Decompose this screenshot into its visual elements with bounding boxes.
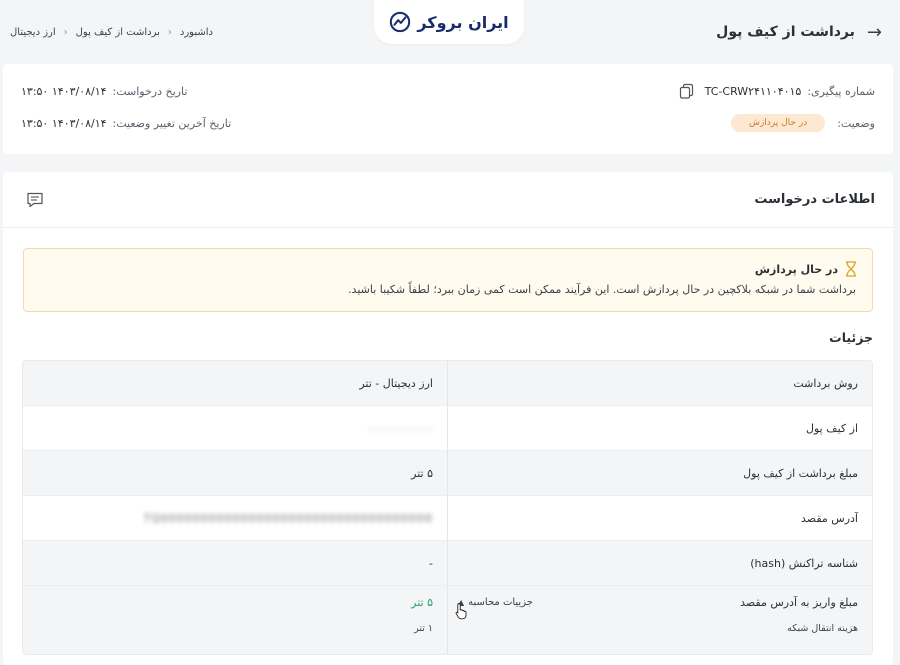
- last-change-label: تاریخ آخرین تغییر وضعیت:: [112, 116, 232, 130]
- details-table: روش برداشت ارز دیجیتال - تتر از کیف پول …: [22, 360, 873, 655]
- logo-chart-icon: [390, 11, 411, 33]
- breadcrumb-withdraw[interactable]: برداشت از کیف پول: [76, 27, 160, 38]
- page-header: → برداشت از کیف پول: [716, 22, 882, 43]
- copy-icon[interactable]: [679, 83, 695, 99]
- row-value: ارز دیجیتال - تتر: [359, 376, 433, 390]
- tracking-value: TC-CRW۲۴۱۱۰۴۰۱۵: [704, 84, 802, 98]
- status: وضعیت: در حال پردازش: [730, 114, 875, 132]
- table-row: آدرس مقصد TQ0000000000000000000000000000…: [23, 496, 872, 541]
- last-change-value: ۱۴۰۳/۰۸/۱۴ ۱۳:۵۰: [21, 116, 107, 130]
- alert-text: برداشت شما در شبکه بلاکچین در حال پردازش…: [348, 283, 856, 296]
- hourglass-icon: [846, 261, 856, 277]
- summary-card: شماره پیگیری: TC-CRW۲۴۱۱۰۴۰۱۵ تاریخ درخو…: [3, 64, 893, 154]
- calc-details-toggle[interactable]: جزییات محاسبه ▲: [458, 597, 533, 608]
- breadcrumb-dashboard[interactable]: داشبورد: [180, 27, 213, 38]
- calc-details-label: جزییات محاسبه: [468, 597, 533, 608]
- row-label: مبلغ برداشت از کیف پول: [447, 451, 872, 495]
- row-label: آدرس مقصد: [447, 496, 872, 540]
- wallet-id-value: ۰۰۰۰۰۰۰۰۰۰۰: [368, 421, 433, 435]
- fee-value: ۱ تتر: [414, 623, 433, 634]
- chat-icon[interactable]: [25, 190, 45, 210]
- table-row: از کیف پول ۰۰۰۰۰۰۰۰۰۰۰: [23, 406, 872, 451]
- logo-text: ایران بروکر: [417, 12, 509, 32]
- status-label: وضعیت:: [837, 116, 875, 130]
- row-value: ۵ تتر: [411, 466, 433, 480]
- request-info-card: اطلاعات درخواست در حال پردازش برداشت شما…: [3, 172, 893, 665]
- table-row: روش برداشت ارز دیجیتال - تتر: [23, 361, 872, 406]
- alert-title-row: در حال پردازش: [38, 261, 858, 277]
- section-header: اطلاعات درخواست: [3, 172, 893, 228]
- tracking-number: شماره پیگیری: TC-CRW۲۴۱۱۰۴۰۱۵: [679, 83, 875, 99]
- tracking-label: شماره پیگیری:: [807, 84, 875, 98]
- chevron-left-icon: ‹: [167, 26, 172, 38]
- final-amount-value: ۵ تتر: [411, 596, 433, 609]
- details-title: جزئیات: [829, 330, 873, 345]
- page-title: برداشت از کیف پول: [716, 24, 855, 40]
- processing-alert: در حال پردازش برداشت شما در شبکه بلاکچین…: [23, 248, 873, 312]
- breadcrumb: داشبورد ‹ برداشت از کیف پول ‹ ارز دیجیتا…: [10, 27, 213, 38]
- final-amount-value-cell: ۵ تتر ۱ تتر: [23, 586, 447, 654]
- hand-cursor-icon: [455, 603, 467, 620]
- alert-title: در حال پردازش: [754, 262, 838, 276]
- destination-address-value: TQ0000000000000000000000000000000000: [143, 511, 433, 525]
- request-date-label: تاریخ درخواست:: [112, 84, 188, 98]
- table-row: مبلغ واریز به آدرس مقصد جزییات محاسبه ▲ …: [23, 586, 872, 654]
- table-row: شناسه تراکنش (hash) -: [23, 541, 872, 586]
- table-row: مبلغ برداشت از کیف پول ۵ تتر: [23, 451, 872, 496]
- row-value: -: [429, 556, 433, 570]
- status-badge: در حال پردازش: [730, 114, 826, 132]
- request-date-value: ۱۴۰۳/۰۸/۱۴ ۱۳:۵۰: [21, 84, 107, 98]
- breadcrumb-crypto: ارز دیجیتال: [10, 26, 56, 38]
- fee-label: هزینه انتقال شبکه: [787, 623, 858, 634]
- row-label: شناسه تراکنش (hash): [447, 541, 872, 585]
- section-title: اطلاعات درخواست: [754, 192, 875, 207]
- final-amount-cell: مبلغ واریز به آدرس مقصد جزییات محاسبه ▲ …: [447, 586, 872, 654]
- back-arrow-icon[interactable]: →: [867, 22, 882, 43]
- row-label: از کیف پول: [447, 406, 872, 450]
- chevron-left-icon: ‹: [63, 26, 68, 38]
- row-label: روش برداشت: [447, 361, 872, 405]
- last-change-date: تاریخ آخرین تغییر وضعیت: ۱۴۰۳/۰۸/۱۴ ۱۳:۵…: [21, 117, 231, 130]
- final-amount-label: مبلغ واریز به آدرس مقصد: [740, 596, 858, 609]
- logo[interactable]: ایران بروکر: [374, 0, 524, 44]
- request-date: تاریخ درخواست: ۱۴۰۳/۰۸/۱۴ ۱۳:۵۰: [21, 85, 187, 98]
